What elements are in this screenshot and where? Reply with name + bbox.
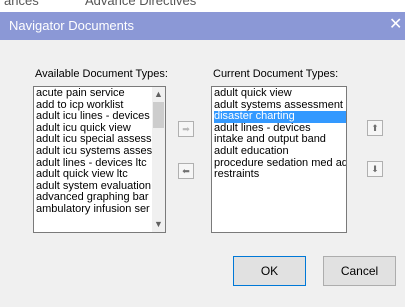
list-item[interactable]: adult quick view ltc [36, 169, 165, 181]
list-item[interactable]: intake and output band [214, 134, 346, 146]
list-item[interactable]: ambulatory infusion ser [36, 204, 165, 216]
move-up-button[interactable]: ⬆ [367, 120, 383, 136]
up-arrow-icon: ⬆ [371, 123, 379, 133]
scroll-down-icon[interactable]: ▼ [152, 218, 165, 231]
current-types-label: Current Document Types: [213, 68, 339, 80]
list-item[interactable]: adult system evaluation [36, 181, 165, 193]
list-item[interactable]: adult icu quick view [36, 123, 165, 135]
down-arrow-icon: ⬇ [371, 164, 379, 174]
available-list-scrollbar[interactable]: ▲ ▼ [152, 87, 165, 232]
scroll-up-icon[interactable]: ▲ [152, 88, 165, 101]
list-item[interactable]: adult lines - devices ltc [36, 158, 165, 170]
left-arrow-icon: ⬅ [182, 166, 190, 176]
list-item[interactable]: adult education [214, 146, 346, 158]
list-item[interactable]: adult icu special assess [36, 134, 165, 146]
list-item[interactable]: disaster charting [214, 111, 346, 123]
navigator-documents-dialog: Navigator Documents ✕ Available Document… [0, 12, 405, 307]
ok-button[interactable]: OK [233, 256, 306, 286]
list-item[interactable]: adult lines - devices [214, 123, 346, 135]
move-down-button[interactable]: ⬇ [367, 161, 383, 177]
add-document-button[interactable]: ➡ [178, 121, 194, 137]
scroll-thumb[interactable] [153, 102, 164, 128]
available-types-list[interactable]: acute pain service add to icp worklist adu… [33, 86, 166, 233]
list-item[interactable]: add to icp worklist [36, 100, 165, 112]
list-item[interactable]: adult icu lines - devices [36, 111, 165, 123]
current-types-list[interactable]: adult quick view adult systems assessment… [211, 86, 347, 233]
dialog-title: Navigator Documents [9, 18, 134, 33]
list-item[interactable]: adult icu systems asses [36, 146, 165, 158]
background-text-1: ances [4, 0, 39, 8]
available-types-label: Available Document Types: [35, 68, 168, 80]
background-text-2: Advance Directives [85, 0, 197, 8]
list-item[interactable]: adult quick view [214, 88, 346, 100]
right-arrow-icon: ➡ [182, 124, 190, 134]
titlebar[interactable]: Navigator Documents ✕ [0, 12, 405, 40]
list-item[interactable]: adult systems assessment [214, 100, 346, 112]
list-item[interactable]: procedure sedation med ad [214, 158, 346, 170]
list-item[interactable]: restraints [214, 169, 346, 181]
list-item[interactable]: acute pain service [36, 88, 165, 100]
remove-document-button[interactable]: ⬅ [178, 163, 194, 179]
cancel-button[interactable]: Cancel [323, 256, 396, 286]
close-icon[interactable]: ✕ [389, 15, 405, 35]
list-item[interactable]: advanced graphing bar [36, 192, 165, 204]
